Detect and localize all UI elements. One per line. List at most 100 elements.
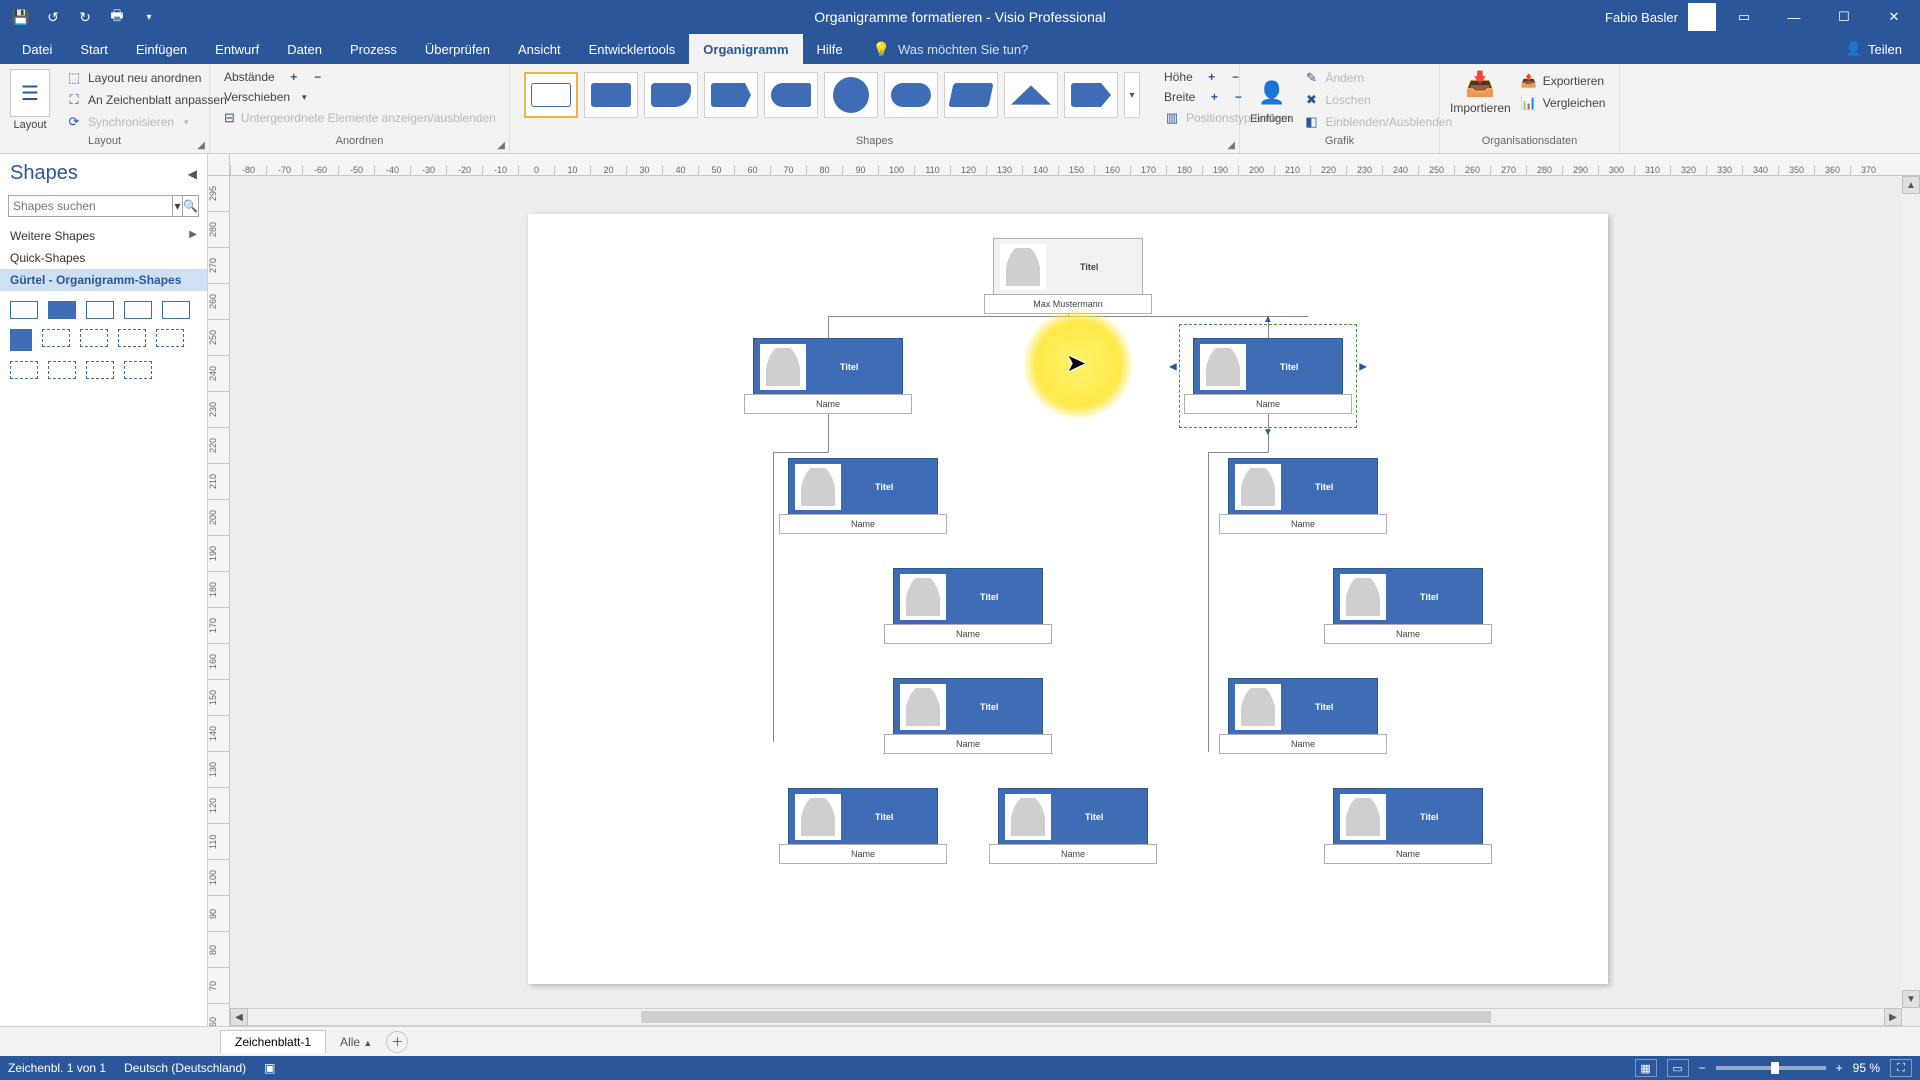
undo-button[interactable]: ↺ [38, 2, 68, 32]
shape-thumb[interactable] [86, 301, 114, 319]
scroll-up-button[interactable]: ▲ [1902, 176, 1920, 194]
org-node[interactable]: Titel Name [753, 338, 903, 396]
fit-to-window-button[interactable]: ⛶ [1890, 1059, 1912, 1077]
horizontal-scrollbar[interactable]: ◀ ▶ [230, 1008, 1902, 1026]
redo-button[interactable]: ↻ [70, 2, 100, 32]
shape-thumb[interactable] [118, 329, 146, 347]
hoehe-plus[interactable]: + [1205, 70, 1219, 84]
maximize-button[interactable]: ☐ [1822, 0, 1866, 34]
org-node[interactable]: Titel Name [1228, 678, 1378, 736]
tab-prozess[interactable]: Prozess [336, 34, 411, 64]
vertical-scrollbar[interactable]: ▲ ▼ [1902, 176, 1920, 1008]
org-node[interactable]: Titel Name [893, 678, 1043, 736]
org-node[interactable]: Titel Name [788, 458, 938, 516]
tab-datei[interactable]: Datei [8, 34, 66, 64]
minimize-button[interactable]: — [1772, 0, 1816, 34]
layout-gallery-button[interactable]: ☰ [10, 69, 50, 117]
org-node-root[interactable]: Titel Max Mustermann [993, 238, 1143, 296]
shape-thumb[interactable] [10, 329, 32, 351]
abstaende-button[interactable]: Abstände+− [220, 68, 499, 86]
shape-style-8[interactable] [944, 72, 998, 118]
tab-hilfe[interactable]: Hilfe [803, 34, 857, 64]
sheet-tab-alle[interactable]: Alle ▲ [330, 1031, 382, 1053]
shapes-search-go[interactable]: 🔍 [183, 195, 199, 217]
shapes-cat-gurtel[interactable]: Gürtel - Organigramm-Shapes [0, 269, 207, 291]
selection-handle-bottom[interactable]: ▼ [1263, 427, 1273, 438]
tab-start[interactable]: Start [66, 34, 121, 64]
anordnen-dialog-launcher[interactable]: ◢ [497, 140, 505, 151]
shape-thumb[interactable] [10, 301, 38, 319]
breite-plus[interactable]: + [1207, 90, 1221, 104]
shape-style-3[interactable] [644, 72, 698, 118]
shape-thumb[interactable] [124, 301, 152, 319]
drawing-page[interactable]: Titel Max Mustermann Titel Name Titel Na… [528, 214, 1608, 984]
org-node[interactable]: Titel Name [1333, 568, 1483, 626]
shape-thumb[interactable] [86, 361, 114, 379]
shape-thumb[interactable] [10, 361, 38, 379]
scroll-down-button[interactable]: ▼ [1902, 990, 1920, 1008]
user-name[interactable]: Fabio Basler [1605, 10, 1678, 25]
zoom-out-button[interactable]: − [1699, 1061, 1706, 1075]
shapes-cat-quick[interactable]: Quick-Shapes [0, 247, 207, 269]
tab-organigramm[interactable]: Organigramm [689, 34, 802, 64]
grafik-loeschen-button[interactable]: ✖Löschen [1299, 90, 1456, 110]
shape-style-2[interactable] [584, 72, 638, 118]
grafik-einblenden-button[interactable]: ◧Einblenden/Ausblenden [1299, 112, 1456, 132]
shape-thumb[interactable] [80, 329, 108, 347]
canvas[interactable]: -80-70-60-50-40-30-20-100102030405060708… [208, 154, 1920, 1026]
save-button[interactable]: 💾 [6, 2, 36, 32]
shape-style-gallery[interactable]: ▾ [520, 68, 1144, 122]
shape-thumb[interactable] [156, 329, 184, 347]
shape-thumb[interactable] [42, 329, 70, 347]
selection-handle-left[interactable]: ◀ [1169, 362, 1177, 373]
add-sheet-button[interactable]: ＋ [386, 1031, 408, 1053]
scroll-right-button[interactable]: ▶ [1884, 1008, 1902, 1026]
grafik-aendern-button[interactable]: ✎Ändern [1299, 68, 1456, 88]
shape-style-4[interactable] [704, 72, 758, 118]
print-button[interactable]: 🖶 [102, 2, 132, 32]
abstaende-minus[interactable]: − [311, 70, 325, 84]
shape-thumb[interactable] [48, 361, 76, 379]
importieren-button[interactable]: 📥 Importieren [1450, 68, 1511, 115]
ribbon-display-options[interactable]: ▭ [1722, 0, 1766, 34]
shape-style-5[interactable] [764, 72, 818, 118]
selection-handle-right[interactable]: ▶ [1359, 362, 1367, 373]
verschieben-button[interactable]: Verschieben▾ [220, 88, 499, 106]
shape-style-7[interactable] [884, 72, 938, 118]
shapes-panel-collapse[interactable]: ◀ [188, 167, 197, 181]
vergleichen-button[interactable]: 📊Vergleichen [1517, 93, 1610, 113]
org-node[interactable]: Titel Name [998, 788, 1148, 846]
tell-me-search[interactable]: 💡 Was möchten Sie tun? [857, 34, 1029, 64]
tab-entwicklertools[interactable]: Entwicklertools [575, 34, 690, 64]
org-node[interactable]: Titel Name [1228, 458, 1378, 516]
close-button[interactable]: ✕ [1872, 0, 1916, 34]
sheet-tab-1[interactable]: Zeichenblatt-1 [220, 1030, 326, 1053]
share-button[interactable]: 👤 Teilen [1828, 34, 1920, 64]
user-avatar[interactable] [1688, 3, 1716, 31]
zoom-level[interactable]: 95 % [1853, 1061, 1880, 1075]
tab-einfugen[interactable]: Einfügen [122, 34, 201, 64]
tab-uberprufen[interactable]: Überprüfen [411, 34, 504, 64]
zoom-slider[interactable] [1716, 1066, 1826, 1070]
macro-record-icon[interactable]: ▣ [264, 1061, 275, 1075]
tab-entwurf[interactable]: Entwurf [201, 34, 273, 64]
tab-ansicht[interactable]: Ansicht [504, 34, 575, 64]
grafik-einfuegen-button[interactable]: 👤 Einfügen [1250, 75, 1293, 125]
shapes-cat-weitere[interactable]: Weitere Shapes▶ [0, 225, 207, 247]
org-node[interactable]: Titel Name [1333, 788, 1483, 846]
shape-thumb[interactable] [48, 301, 76, 319]
shape-style-9[interactable] [1004, 72, 1058, 118]
shape-thumb[interactable] [162, 301, 190, 319]
shapes-search-dropdown[interactable]: ▾ [173, 195, 183, 217]
zoom-slider-knob[interactable] [1771, 1062, 1779, 1074]
synchronisieren-button[interactable]: ⟳Synchronisieren▾ [62, 112, 231, 132]
shapes-dialog-launcher[interactable]: ◢ [1227, 140, 1235, 151]
layout-neu-anordnen-button[interactable]: ⬚Layout neu anordnen [62, 68, 231, 88]
view-presentation-button[interactable]: ▭ [1667, 1059, 1689, 1077]
status-language[interactable]: Deutsch (Deutschland) [124, 1061, 246, 1075]
shape-style-10[interactable] [1064, 72, 1118, 118]
shapes-search-input[interactable] [8, 195, 173, 217]
shape-style-1[interactable] [524, 72, 578, 118]
abstaende-plus[interactable]: + [287, 70, 301, 84]
shape-gallery-more[interactable]: ▾ [1124, 72, 1140, 118]
